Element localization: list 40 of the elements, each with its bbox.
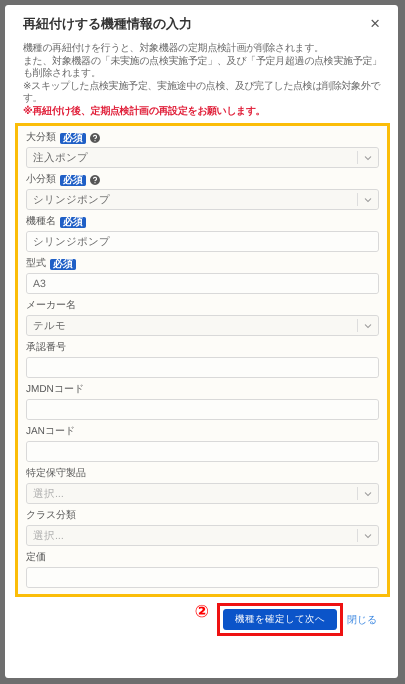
- confirm-button[interactable]: 機種を確定して次へ: [223, 609, 337, 630]
- input-field[interactable]: [26, 357, 379, 378]
- required-badge: 必須: [60, 132, 86, 144]
- field-label: 大分類: [26, 132, 56, 144]
- chevron-down-icon[interactable]: [364, 156, 372, 160]
- input-field[interactable]: A3: [26, 273, 379, 294]
- required-badge: 必須: [60, 174, 86, 186]
- input-field[interactable]: [26, 399, 379, 420]
- help-icon[interactable]: [90, 175, 100, 185]
- notice-text: 機種の再紐付けを行うと、対象機器の定期点検計画が削除されます。: [23, 43, 325, 56]
- input-field[interactable]: [26, 441, 379, 462]
- field-label: 機種名: [26, 216, 56, 228]
- field-label: JMDNコード: [26, 384, 84, 396]
- chevron-down-icon[interactable]: [364, 534, 372, 538]
- select-field[interactable]: 注入ポンプ: [26, 147, 379, 168]
- close-link[interactable]: 閉じる: [347, 612, 377, 626]
- dialog-title: 再紐付けする機種情報の入力: [23, 15, 192, 33]
- notice-text: また、対象機器の「未実施の点検実施予定」、及び「予定月超過の点検実施予定」も削除されます。: [23, 56, 382, 80]
- select-field[interactable]: テルモ: [26, 315, 379, 336]
- warning-text: ※再紐付け後、定期点検計画の再設定をお願いします。: [23, 106, 266, 118]
- field-label: 特定保守製品: [26, 468, 86, 480]
- field-label: 承認番号: [26, 342, 66, 354]
- input-field[interactable]: シリンジポンプ: [26, 231, 379, 252]
- field-label: 定価: [26, 552, 46, 564]
- step-marker: ②: [194, 603, 209, 621]
- required-badge: 必須: [60, 216, 86, 228]
- field-label: メーカー名: [26, 300, 76, 312]
- chevron-down-icon[interactable]: [364, 198, 372, 202]
- help-icon[interactable]: [90, 133, 100, 143]
- field-label: JANコード: [26, 426, 75, 438]
- chevron-down-icon[interactable]: [364, 324, 372, 328]
- input-field[interactable]: [26, 567, 379, 588]
- close-button[interactable]: ×: [370, 14, 380, 34]
- field-label: 小分類: [26, 174, 56, 186]
- select-field[interactable]: シリンジポンプ: [26, 189, 379, 210]
- field-label: クラス分類: [26, 510, 76, 522]
- required-badge: 必須: [50, 258, 76, 270]
- notice-text: ※スキップした点検実施予定、実施途中の点検、及び完了した点検は削除対象外です。: [23, 80, 382, 105]
- chevron-down-icon[interactable]: [364, 492, 372, 496]
- field-label: 型式: [26, 258, 46, 270]
